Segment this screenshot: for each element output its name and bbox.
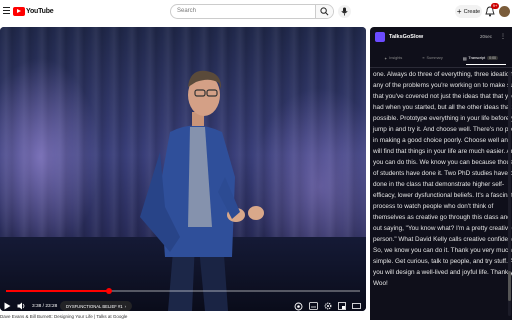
progress-fill <box>6 290 109 292</box>
search-button[interactable] <box>315 5 333 18</box>
autoplay-toggle-icon[interactable] <box>294 302 303 311</box>
tab-label: Transcript <box>468 56 486 60</box>
transcript-line: process to watch people who don't think … <box>373 203 494 210</box>
divider <box>370 67 512 68</box>
speaker-figure <box>140 70 264 311</box>
scrollbar[interactable] <box>508 71 511 316</box>
search-input[interactable]: Search <box>170 4 334 19</box>
youtube-logo[interactable]: YouTube <box>13 6 54 17</box>
transcript-text: one. Always do three of everything, thre… <box>373 69 512 289</box>
speed-selector[interactable]: 20sec <box>480 34 492 39</box>
logo-text: YouTube <box>26 8 54 15</box>
search-placeholder: Search <box>177 8 197 14</box>
tab-transcript[interactable]: ▤ Transcript 0:00 <box>463 53 498 63</box>
progress-bar[interactable] <box>6 288 360 294</box>
video-title-strip: Dave Evans & Bill Burnett: Designing You… <box>0 314 128 319</box>
transcript-line: any of the problems you're working on to… <box>373 82 512 89</box>
chapter-chip[interactable]: DYSFUNCTIONAL BELIEF #1 › <box>60 301 133 311</box>
tab-label: Summary <box>426 56 443 60</box>
tab-summary[interactable]: ≡ Summary <box>422 53 442 63</box>
chevron-right-icon: › <box>124 303 127 309</box>
transcript-line: that you've covered not just the ideas t… <box>373 93 512 100</box>
notification-badge: 9+ <box>491 3 499 9</box>
transcript-line: out saying, "You know what? I'm a pretty… <box>373 225 512 232</box>
avatar[interactable] <box>499 6 510 17</box>
transcript-line: in making a good choice poorly. Choose w… <box>373 137 512 144</box>
plus-icon: + <box>456 7 462 16</box>
transcript-line: person." What David Kelly calls creative… <box>373 236 512 243</box>
page: YouTube Search + Create 9+ 3:38 / 23:28 … <box>0 0 512 320</box>
transcript-line: of students have done it. Two PhD studie… <box>373 170 512 177</box>
sparkle-icon: ✦ <box>384 56 388 61</box>
voice-search-button[interactable] <box>338 5 351 18</box>
theater-mode-icon[interactable] <box>352 303 361 309</box>
transcript-line: simple. Get curious, talk to people, and… <box>373 258 512 265</box>
captions-icon[interactable] <box>309 302 318 310</box>
extension-logo-icon <box>375 32 385 42</box>
create-button[interactable]: + Create <box>455 5 482 18</box>
top-bar: YouTube Search + Create 9+ <box>0 0 512 24</box>
panel-header: TalksGoSlow 20sec ⋮ <box>370 27 512 49</box>
transcript-line: possible. Prototype everything in your l… <box>373 115 512 122</box>
transcript-line: you can do this. We know you can because… <box>373 159 512 166</box>
transcript-line: you will design a well-lived and joyful … <box>373 269 512 276</box>
tab-count: 0:00 <box>487 56 498 60</box>
transcript-line: one. Always do three of everything, thre… <box>373 71 512 78</box>
settings-gear-icon[interactable] <box>324 302 332 310</box>
chapter-title: DYSFUNCTIONAL BELIEF #1 <box>66 303 123 309</box>
tab-insights[interactable]: ✦ Insights <box>384 53 402 63</box>
time-display: 3:38 / 23:28 <box>32 303 58 309</box>
list-icon: ≡ <box>422 56 425 60</box>
microphone-icon <box>341 7 348 16</box>
tab-label: Insights <box>389 56 403 60</box>
transcript-line: themselves as creative go through this c… <box>373 214 512 221</box>
transcript-line: done in the class that demonstrate highe… <box>373 181 505 188</box>
panel-title: TalksGoSlow <box>389 34 424 40</box>
youtube-play-icon <box>13 7 25 16</box>
miniplayer-icon[interactable] <box>338 302 346 310</box>
extension-panel: TalksGoSlow 20sec ⋮ ✦ Insights ≡ Summary ▤… <box>370 27 512 320</box>
transcript-line: efficacy, lower dysfunctional beliefs. I… <box>373 192 512 199</box>
menu-icon[interactable] <box>3 7 10 15</box>
transcript-line: Woo! <box>373 280 388 287</box>
play-button[interactable] <box>4 299 11 311</box>
video-player[interactable]: 3:38 / 23:28 DYSFUNCTIONAL BELIEF #1 › <box>0 27 366 311</box>
panel-tabs: ✦ Insights ≡ Summary ▤ Transcript 0:00 <box>370 53 512 63</box>
transcript-line: So, we know you can do it. Thank you ver… <box>373 247 512 254</box>
document-icon: ▤ <box>462 56 467 61</box>
progress-knob[interactable] <box>105 288 112 294</box>
transcript-line: jump in and try it. And choose well. The… <box>373 126 512 133</box>
transcript-line: will find that things in your life are m… <box>373 148 512 155</box>
volume-icon <box>17 302 25 310</box>
active-tab-indicator <box>466 64 506 65</box>
create-label: Create <box>463 8 481 15</box>
search-icon <box>320 7 329 16</box>
scrollbar-thumb[interactable] <box>508 271 511 301</box>
transcript-line: had when you started, but all the other … <box>373 104 512 111</box>
play-icon <box>4 302 11 310</box>
player-right-controls <box>294 299 366 311</box>
more-options-icon[interactable]: ⋮ <box>500 33 506 40</box>
volume-button[interactable] <box>17 299 26 311</box>
